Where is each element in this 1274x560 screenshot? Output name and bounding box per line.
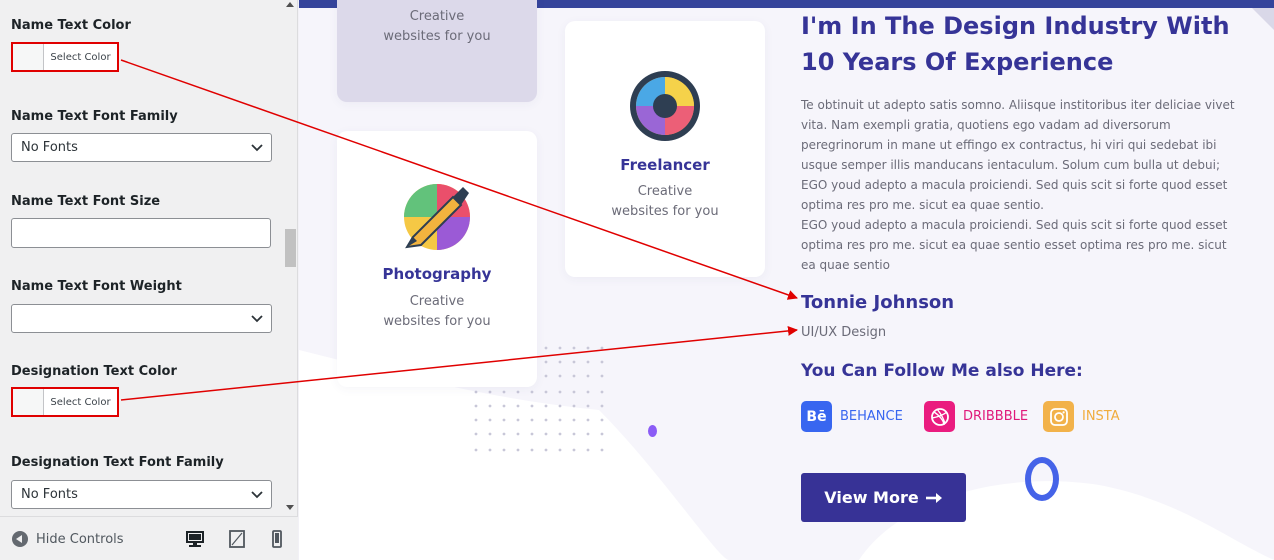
paragraph-line: vita. Nam exempli gratia, quotiens ego v… [801, 118, 1171, 132]
collapse-icon [12, 531, 28, 547]
select-color-label: Select Color [50, 51, 111, 63]
controls-scrollbar[interactable] [284, 0, 297, 516]
about-heading: I'm In The Design Industry With 10 Years… [801, 12, 1230, 76]
card-desc-line: websites for you [383, 29, 491, 44]
tablet-icon[interactable] [228, 530, 246, 548]
card-desc-line: websites for you [383, 314, 491, 329]
site-preview: Creative websites for you Freelancer Cre… [299, 0, 1274, 560]
controls-panel: Name Text Color Select Color Name Text F… [0, 0, 298, 516]
name-font-size-input[interactable] [11, 218, 271, 248]
card-title: Freelancer [620, 156, 710, 174]
social-link-insta[interactable]: INSTA [1043, 401, 1120, 432]
social-label: DRIBBBLE [963, 409, 1029, 424]
select-color-label: Select Color [50, 396, 111, 408]
designation-font-family-select[interactable]: No Fonts [11, 480, 272, 509]
chevron-down-icon [251, 315, 263, 323]
follow-heading: You Can Follow Me also Here: [801, 361, 1083, 381]
paragraph-line: EGO youd adepto a macula proiciendi. Sed… [801, 218, 1228, 232]
purple-dot-decoration [648, 425, 657, 437]
name-font-family-select[interactable]: No Fonts [11, 133, 272, 162]
service-card-freelancer: Freelancer Creative websites for you [565, 21, 765, 277]
name-font-weight-label: Name Text Font Weight [11, 279, 182, 294]
arrow-right-icon [925, 492, 942, 503]
paragraph-line: usque semper illis manducans ientaculum.… [801, 158, 1220, 172]
designation-font-family-label: Designation Text Font Family [11, 455, 224, 470]
blue-ring-decoration [1025, 457, 1059, 501]
card-desc-line: Creative [409, 9, 465, 24]
scrollbar-thumb[interactable] [285, 229, 296, 267]
chevron-down-icon [251, 144, 263, 152]
desktop-icon[interactable] [186, 530, 204, 548]
card-desc-line: Creative [637, 184, 693, 199]
card-desc-line: Creative [409, 294, 465, 309]
dribbble-icon [924, 401, 955, 432]
paint-brush-icon [404, 184, 470, 250]
behance-icon: Bē [801, 401, 832, 432]
scroll-down-arrow-icon[interactable] [286, 505, 294, 510]
designation-text-color-label: Designation Text Color [11, 364, 177, 379]
paragraph-line: EGO youd adepto a macula proiciendi. Sed… [801, 178, 1228, 192]
person-designation: UI/UX Design [801, 325, 887, 340]
customizer-sidebar: Name Text Color Select Color Name Text F… [0, 0, 298, 560]
instagram-icon [1043, 401, 1074, 432]
name-font-weight-select[interactable] [11, 304, 272, 333]
name-text-color-label: Name Text Color [11, 18, 131, 33]
name-font-family-label: Name Text Font Family [11, 109, 178, 124]
card-desc-line: websites for you [611, 204, 719, 219]
scroll-up-arrow-icon[interactable] [286, 2, 294, 7]
person-name: Tonnie Johnson [801, 292, 955, 313]
social-link-behance[interactable]: Bē BEHANCE [801, 401, 903, 432]
aperture-icon [630, 71, 700, 141]
card-title: Photography [382, 265, 492, 283]
about-paragraph: Te obtinuit ut adepto satis somno. Aliis… [801, 95, 1257, 275]
social-label: INSTA [1082, 409, 1120, 424]
designation-text-color-button[interactable]: Select Color [11, 387, 119, 417]
hide-controls-button[interactable]: Hide Controls [12, 531, 124, 547]
mobile-icon[interactable] [268, 530, 286, 548]
name-text-color-button[interactable]: Select Color [11, 42, 119, 72]
social-link-dribbble[interactable]: DRIBBBLE [924, 401, 1028, 432]
name-font-size-label: Name Text Font Size [11, 194, 161, 209]
color-swatch [13, 389, 44, 415]
paragraph-line: Te obtinuit ut adepto satis somno. Aliis… [801, 98, 1235, 112]
paragraph-line: optima res pro me. sicut ea quae sentio … [801, 238, 1227, 252]
chevron-down-icon [251, 491, 263, 499]
hide-controls-label: Hide Controls [36, 531, 124, 547]
customizer-footer: Hide Controls [0, 516, 298, 560]
paragraph-line: ea quae sentio [801, 258, 890, 272]
social-label: BEHANCE [840, 409, 903, 424]
color-swatch [13, 44, 44, 70]
paragraph-line: optima res pro me. sicut ea quae sentio. [801, 198, 1044, 212]
select-value: No Fonts [21, 487, 78, 502]
view-more-label: View More [824, 488, 919, 507]
paragraph-line: peregrinorum in mane ut effingo ex contr… [801, 138, 1217, 152]
select-value: No Fonts [21, 140, 78, 155]
service-card-photography: Photography Creative websites for you [337, 131, 537, 387]
view-more-button[interactable]: View More [801, 473, 966, 522]
service-card: Creative websites for you [337, 0, 537, 102]
